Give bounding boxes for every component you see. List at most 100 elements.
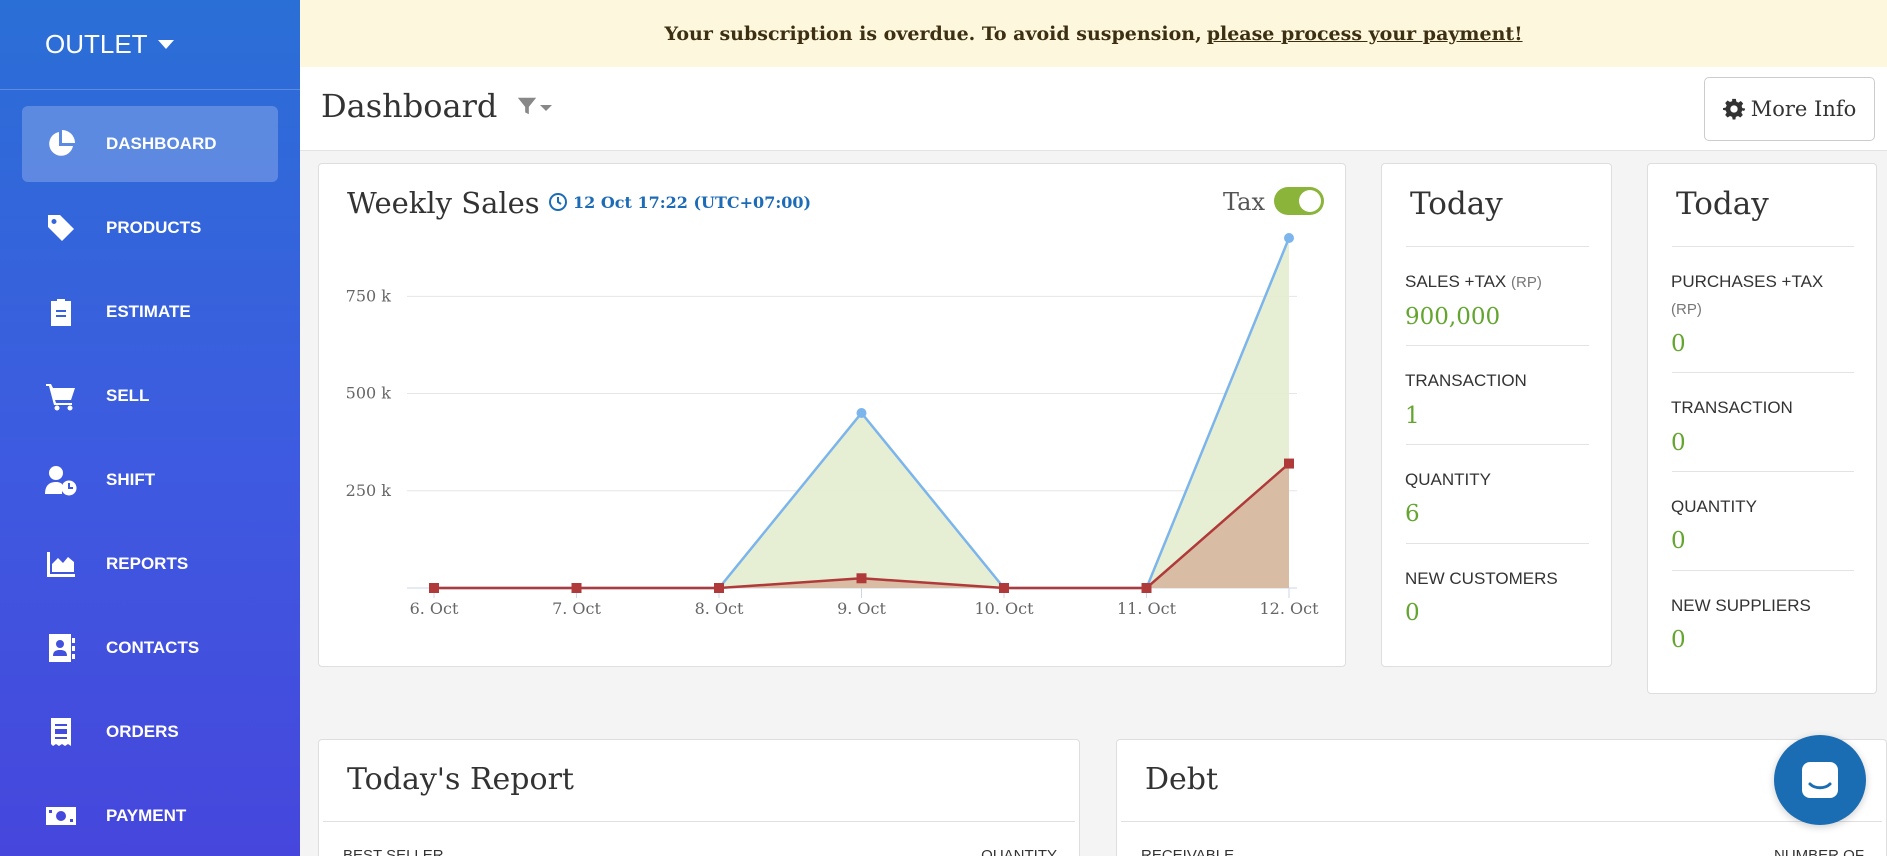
divider — [1406, 543, 1589, 544]
quantity-header: QUANTITY — [981, 847, 1057, 856]
quantity-label: QUANTITY — [1671, 497, 1757, 516]
sales-tax-label: SALES +TAX (RP) — [1405, 268, 1542, 296]
tag-icon — [44, 211, 78, 245]
transaction-label: TRANSACTION — [1671, 398, 1793, 417]
page-header: Dashboard More Info — [300, 67, 1887, 151]
sidebar-item-label: SELL — [106, 386, 150, 405]
data-point — [856, 573, 867, 584]
sidebar-item-label: CONTACTS — [106, 638, 200, 657]
sidebar-item-contacts[interactable]: CONTACTS — [22, 610, 278, 686]
area-chart-icon — [44, 547, 78, 581]
divider — [1672, 471, 1854, 472]
more-info-button[interactable]: More Info — [1704, 77, 1875, 141]
caret-down-icon — [540, 105, 552, 111]
divider — [1672, 570, 1854, 571]
page-title: Dashboard — [321, 87, 498, 125]
number-of-header: NUMBER OF — [1774, 847, 1864, 856]
sidebar-item-reports[interactable]: REPORTS — [22, 526, 278, 602]
transaction-value: 0 — [1671, 430, 1686, 456]
sales-unit: (RP) — [1511, 274, 1542, 291]
chat-launcher-button[interactable] — [1774, 735, 1866, 825]
chat-icon — [1802, 762, 1838, 798]
data-point — [571, 583, 582, 593]
more-info-label: More Info — [1750, 97, 1857, 121]
sidebar-item-products[interactable]: PRODUCTS — [22, 190, 278, 266]
sidebar-item-shift[interactable]: SHIFT — [22, 442, 278, 518]
sidebar-item-label: DASHBOARD — [106, 134, 217, 153]
transaction-value: 1 — [1405, 403, 1420, 429]
x-tick-label: 6. Oct — [410, 599, 459, 618]
purchases-tax-label: PURCHASES +TAX (RP) — [1671, 268, 1851, 323]
sidebar-item-payment[interactable]: PAYMENT — [22, 778, 278, 854]
sidebar-item-label: PRODUCTS — [106, 218, 202, 237]
data-point — [1284, 233, 1294, 243]
transaction-label: TRANSACTION — [1405, 371, 1527, 390]
sidebar-item-label: REPORTS — [106, 554, 189, 573]
sidebar-item-label: ESTIMATE — [106, 302, 191, 321]
gear-icon — [1722, 98, 1745, 120]
new-customers-value: 0 — [1405, 600, 1420, 626]
sidebar-item-label: SHIFT — [106, 470, 156, 489]
y-tick-label: 500 k — [346, 384, 392, 403]
outlet-label: OUTLET — [45, 29, 148, 59]
filter-button[interactable] — [516, 95, 552, 117]
quantity-value: 0 — [1671, 528, 1686, 554]
receivable-header: RECEIVABLE — [1141, 847, 1235, 856]
pie-chart-icon — [44, 127, 78, 161]
data-point — [856, 408, 867, 418]
x-tick-label: 12. Oct — [1259, 599, 1319, 618]
new-suppliers-label: NEW SUPPLIERS — [1671, 596, 1811, 615]
user-clock-icon — [44, 463, 78, 497]
outlet-selector[interactable]: OUTLET — [0, 0, 300, 90]
new-suppliers-value: 0 — [1671, 627, 1686, 653]
sales-tax-text: SALES +TAX — [1405, 272, 1507, 291]
data-point — [999, 583, 1009, 593]
sidebar-nav: DASHBOARD PRODUCTS ESTIMATE SELL SHIFT R… — [0, 90, 300, 854]
best-seller-header: BEST SELLER — [343, 847, 444, 856]
todays-report-title: Today's Report — [347, 762, 574, 797]
banner-text: Your subscription is overdue. To avoid s… — [664, 22, 1202, 45]
today-purchases-title: Today — [1676, 186, 1769, 222]
sidebar-item-dashboard[interactable]: DASHBOARD — [22, 106, 278, 182]
sidebar-item-sell[interactable]: SELL — [22, 358, 278, 434]
today-sales-title: Today — [1410, 186, 1503, 222]
x-tick-label: 10. Oct — [974, 599, 1034, 618]
subscription-banner: Your subscription is overdue. To avoid s… — [300, 0, 1887, 67]
money-bill-icon — [44, 799, 78, 833]
todays-report-card: Today's Report BEST SELLER QUANTITY — [318, 739, 1080, 856]
sales-tax-value: 900,000 — [1405, 304, 1501, 330]
divider — [323, 821, 1075, 822]
x-tick-label: 8. Oct — [695, 599, 744, 618]
caret-down-icon — [157, 40, 174, 49]
purchases-tax-value: 0 — [1671, 331, 1686, 357]
sidebar: OUTLET DASHBOARD PRODUCTS ESTIMATE SELL … — [0, 0, 300, 856]
purchases-tax-text: PURCHASES +TAX — [1671, 272, 1824, 291]
debt-title: Debt — [1145, 762, 1219, 797]
data-point — [1284, 458, 1294, 469]
purchases-unit: (RP) — [1671, 301, 1702, 318]
divider — [1406, 345, 1589, 346]
y-tick-label: 750 k — [346, 286, 392, 305]
today-sales-card: Today SALES +TAX (RP) 900,000 TRANSACTIO… — [1381, 163, 1612, 667]
payment-link[interactable]: please process your payment! — [1207, 23, 1523, 45]
divider — [1406, 246, 1589, 247]
receipt-icon — [44, 715, 78, 749]
cart-icon — [44, 379, 78, 413]
address-book-icon — [44, 631, 78, 665]
filter-icon — [517, 97, 537, 115]
data-point — [714, 583, 724, 593]
new-customers-label: NEW CUSTOMERS — [1405, 569, 1558, 588]
quantity-value: 6 — [1405, 501, 1420, 527]
quantity-label: QUANTITY — [1405, 470, 1491, 489]
sidebar-item-label: ORDERS — [106, 722, 179, 741]
sidebar-item-orders[interactable]: ORDERS — [22, 694, 278, 770]
today-purchases-card: Today PURCHASES +TAX (RP) 0 TRANSACTION 0… — [1647, 163, 1877, 694]
divider — [1121, 821, 1882, 822]
x-tick-label: 7. Oct — [552, 599, 601, 618]
debt-card: Debt RECEIVABLE NUMBER OF — [1116, 739, 1887, 856]
clipboard-icon — [44, 295, 78, 329]
data-point — [1141, 583, 1152, 593]
sidebar-item-estimate[interactable]: ESTIMATE — [22, 274, 278, 350]
weekly-sales-card: Weekly Sales 12 Oct 17:22 (UTC+07:00) Ta… — [318, 163, 1346, 667]
x-tick-label: 11. Oct — [1117, 599, 1177, 618]
